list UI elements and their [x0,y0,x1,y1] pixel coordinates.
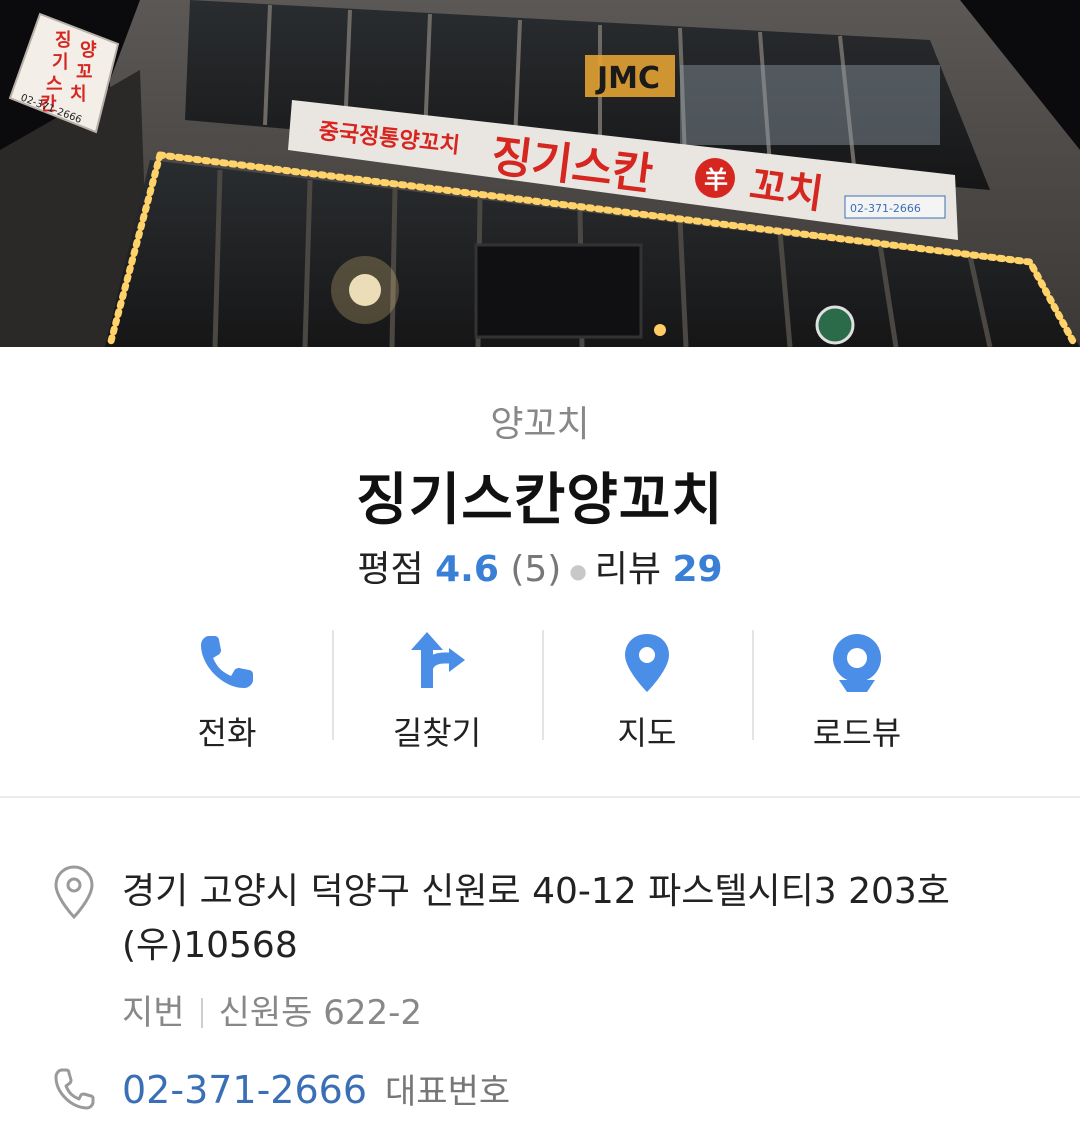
rating-count: (5) [510,549,562,590]
phone-outline-icon [54,1068,95,1110]
directions-label: 길찾기 [392,714,482,752]
separator-dot: ● [569,559,587,583]
phone-tag: 대표번호 [385,1072,511,1112]
action-divider [752,630,754,740]
review-count[interactable]: 29 [672,549,722,590]
roadview-label: 로드뷰 [812,714,902,752]
location-pin-icon [54,865,94,920]
action-bar: 전화 길찾기 지도 로드뷰 [122,630,962,752]
roadview-button[interactable]: 로드뷰 [752,630,962,752]
vertical-sign-char: 징 [55,30,72,51]
rating-row[interactable]: 평점 4.6 (5) ● 리뷰 29 [0,540,1080,592]
storefront-photo[interactable]: JMC 중국정통양꼬치 징기스칸 羊 꼬치 02-371-2666 징 기 스 … [0,0,1080,347]
sign-badge: 羊 [704,166,728,194]
upper-sign-text: JMC [595,61,660,96]
jibun-label: 지번 [122,993,185,1033]
vertical-sign-char: 양 [80,40,97,61]
map-pin-icon [625,634,669,692]
address-line: 경기 고양시 덕양구 신원로 40-12 파스텔시티3 203호 [122,871,950,912]
sign-phone-text: 02-371-2666 [850,202,921,215]
phone-icon [201,636,253,688]
vertical-sign-char: 기 [52,52,69,73]
rating-label: 평점 [357,549,424,590]
jibun-value: 신원동 622-2 [218,993,423,1033]
directions-button[interactable]: 길찾기 [332,630,542,752]
postal-code: (우)10568 [122,925,298,966]
review-label: 리뷰 [594,549,662,590]
jibun-address: 지번 신원동 622-2 [122,985,422,1034]
place-name: 징기스칸양꼬치 [356,468,724,533]
map-label: 지도 [617,714,677,752]
map-button[interactable]: 지도 [542,630,752,752]
phone-row: 02-371-2666 대표번호 [122,1064,510,1113]
rating-value: 4.6 [435,549,499,590]
phone-number-link[interactable]: 02-371-2666 [122,1068,367,1112]
address[interactable]: 경기 고양시 덕양구 신원로 40-12 파스텔시티3 203호 (우)1056… [122,865,1052,973]
call-button[interactable]: 전화 [122,630,332,752]
directions-icon [411,632,465,688]
jibun-separator [200,998,203,1028]
vertical-sign-char: 스 [46,74,63,95]
roadview-icon [833,634,881,692]
vertical-sign-char: 꼬 [76,62,93,83]
action-divider [542,630,544,740]
call-label: 전화 [197,714,257,752]
place-category: 양꼬치 [490,404,590,445]
vertical-sign-char: 치 [70,84,87,105]
section-divider [0,796,1080,798]
action-divider [332,630,334,740]
